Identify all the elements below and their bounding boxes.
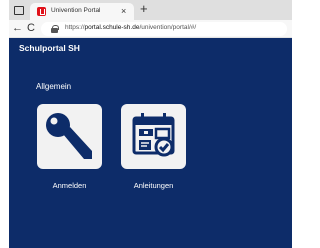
site-title: Schulportal SH — [19, 43, 80, 53]
section-title: Allgemein — [36, 82, 72, 91]
portal-page: Schulportal SH Allgemein Anmelden Anleit… — [9, 38, 292, 248]
url-text: https://portal.schule-sh.de/univention/p… — [65, 24, 196, 31]
url-host: portal.schule-sh.de — [84, 24, 140, 31]
tile-label-anmelden: Anmelden — [52, 181, 87, 190]
address-bar[interactable]: https://portal.schule-sh.de/univention/p… — [41, 22, 287, 36]
tab-title: Univention Portal — [51, 7, 101, 14]
browser-window: Univention Portal × + ← C https://portal… — [9, 0, 292, 248]
tab-close-button[interactable]: × — [121, 5, 126, 17]
key-icon — [46, 113, 92, 159]
browser-tab[interactable]: Univention Portal × — [30, 3, 134, 20]
favicon-icon — [37, 7, 46, 16]
reload-button[interactable]: C — [27, 21, 35, 35]
address-toolbar: ← C https://portal.schule-sh.de/univenti… — [9, 20, 292, 38]
url-prefix: https:// — [65, 24, 85, 31]
tile-label-anleitungen: Anleitungen — [133, 181, 174, 190]
new-tab-button[interactable]: + — [140, 1, 148, 17]
tile-anleitungen[interactable] — [121, 104, 186, 169]
lock-icon — [51, 25, 59, 33]
back-button[interactable]: ← — [12, 21, 23, 35]
tab-strip: Univention Portal × + — [9, 0, 292, 20]
tile-anmelden[interactable] — [37, 104, 102, 169]
tab-actions-icon[interactable] — [12, 4, 24, 16]
calendar-checklist-icon — [132, 113, 175, 157]
url-path: /univention/portal/#/ — [139, 24, 197, 31]
